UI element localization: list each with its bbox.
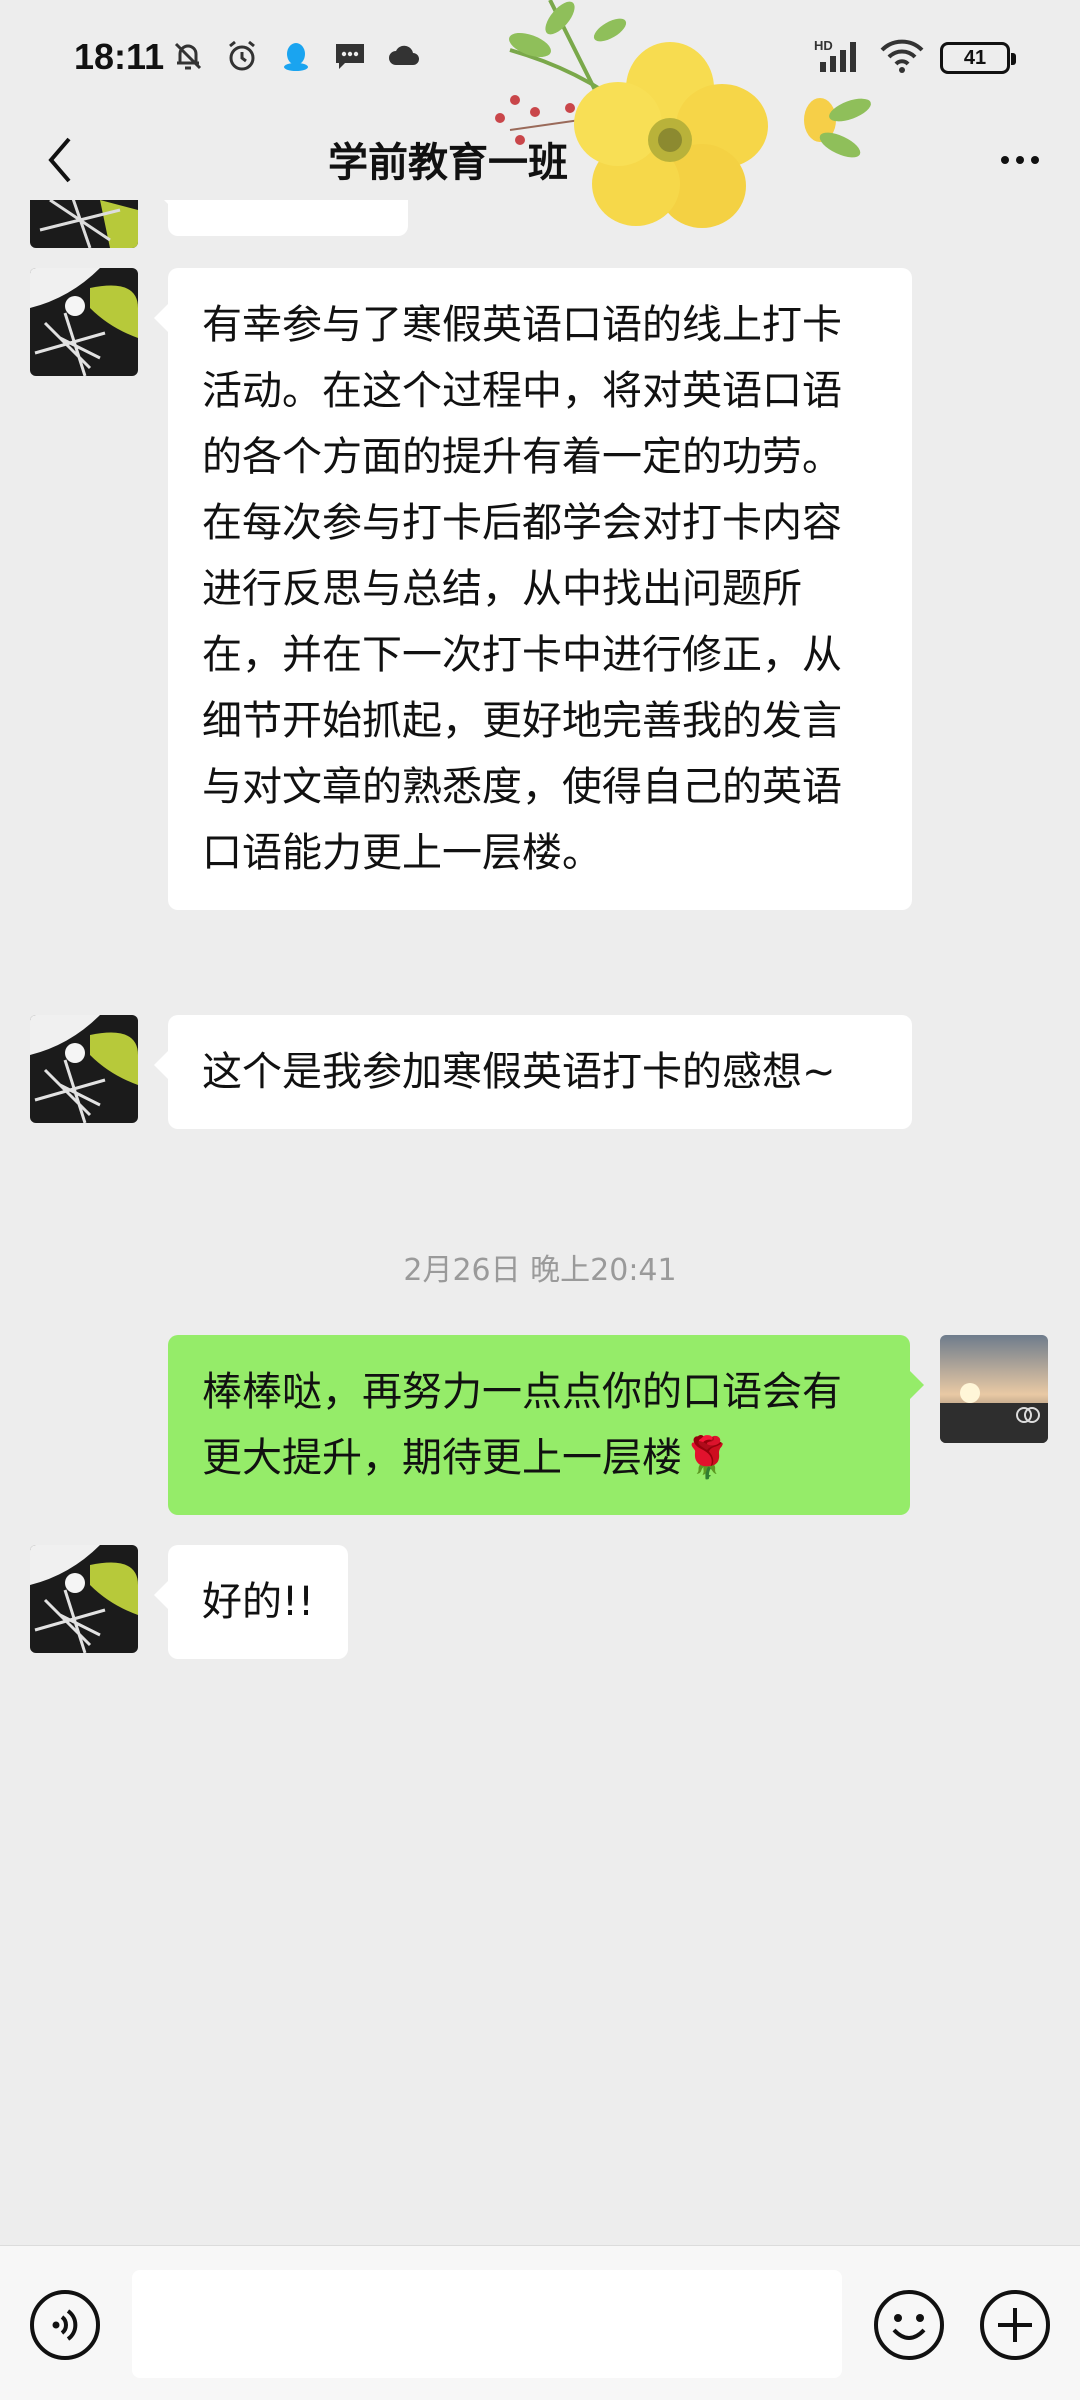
battery-icon: 41	[940, 42, 1016, 74]
status-bar: 18:11 HD 41	[0, 0, 1080, 120]
message-bubble-partial[interactable]	[154, 200, 408, 236]
input-bar	[0, 2245, 1080, 2400]
network-label: HD	[814, 38, 833, 53]
plus-icon	[980, 2290, 1050, 2360]
voice-icon	[30, 2290, 100, 2360]
message-bubble[interactable]: 有幸参与了寒假英语口语的线上打卡活动。在这个过程中，将对英语口语的各个方面的提升…	[154, 268, 912, 910]
avatar[interactable]	[30, 1015, 138, 1123]
message-text: 好的!!	[202, 1579, 315, 1625]
chat-area[interactable]: 有幸参与了寒假英语口语的线上打卡活动。在这个过程中，将对英语口语的各个方面的提升…	[0, 200, 1080, 2245]
mute-bell-icon	[170, 38, 206, 74]
chat-title: 学前教育一班	[328, 140, 568, 186]
qq-icon	[278, 38, 314, 74]
signal-icon: HD	[814, 38, 864, 78]
title-bar: 学前教育一班	[0, 120, 1080, 200]
voice-button[interactable]	[28, 2288, 102, 2362]
avatar[interactable]	[30, 1545, 138, 1653]
chevron-left-icon	[48, 137, 71, 183]
status-icons-left	[170, 38, 422, 74]
status-time: 18:11	[74, 36, 165, 77]
message-text: 有幸参与了寒假英语口语的线上打卡活动。在这个过程中，将对英语口语的各个方面的提升…	[202, 302, 842, 876]
message-bubble[interactable]: 好的!!	[153, 1545, 349, 1659]
avatar[interactable]	[30, 268, 138, 376]
battery-level: 41	[963, 46, 987, 69]
status-icons-right: HD 41	[814, 38, 1016, 78]
more-dots-icon	[1001, 156, 1009, 164]
cloud-icon	[386, 38, 422, 74]
message-text: 棒棒哒，再努力一点点你的口语会有更大提升，期待更上一层楼🌹	[202, 1369, 842, 1481]
more-button[interactable]	[990, 130, 1050, 190]
more-functions-button[interactable]	[978, 2288, 1052, 2362]
message-input[interactable]	[132, 2270, 842, 2378]
alarm-icon	[224, 38, 260, 74]
message-bubble[interactable]: 这个是我参加寒假英语打卡的感想~	[154, 1015, 912, 1129]
avatar[interactable]	[30, 200, 138, 248]
message-timestamp: 2月26日 晚上20:41	[403, 1253, 677, 1288]
message-icon	[332, 38, 368, 74]
message-bubble-sent[interactable]: 棒棒哒，再努力一点点你的口语会有更大提升，期待更上一层楼🌹	[168, 1335, 924, 1515]
message-text: 这个是我参加寒假英语打卡的感想~	[202, 1049, 836, 1095]
my-avatar[interactable]	[940, 1335, 1048, 1443]
wifi-icon	[880, 38, 924, 78]
back-button[interactable]	[30, 120, 90, 200]
emoji-icon	[874, 2290, 944, 2360]
emoji-button[interactable]	[872, 2288, 946, 2362]
